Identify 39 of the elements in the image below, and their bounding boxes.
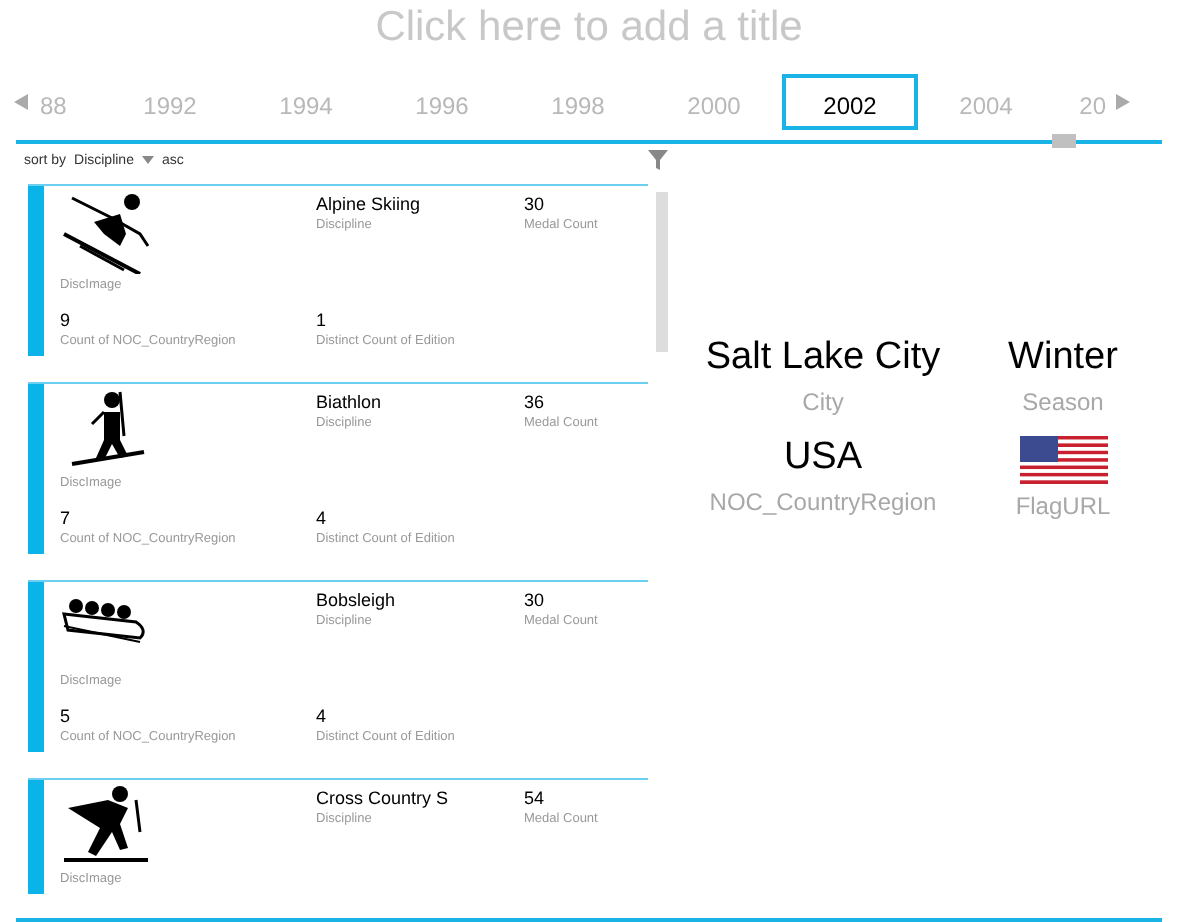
caret-icon xyxy=(141,156,154,164)
field-value: Biathlon xyxy=(316,390,382,414)
field-value: Salt Lake City xyxy=(705,336,941,380)
left-arrow-icon[interactable] xyxy=(12,92,30,112)
field-label: Season xyxy=(1022,388,1104,416)
field-value: 36 xyxy=(524,390,545,414)
scroll-thumb[interactable] xyxy=(1052,134,1076,148)
field-value: 54 xyxy=(524,786,545,810)
year-tab[interactable]: 2002 xyxy=(782,74,918,130)
year-tab[interactable]: 20 xyxy=(1054,74,1114,130)
year-tab[interactable]: 88 xyxy=(30,74,102,130)
field-value: USA xyxy=(783,436,863,480)
filter-icon[interactable] xyxy=(648,150,668,170)
field-value: Cross Country S xyxy=(316,786,449,810)
field-value: Bobsleigh xyxy=(316,588,396,612)
right-arrow-icon[interactable] xyxy=(1114,92,1132,112)
field-value: 5 xyxy=(60,704,71,728)
field-value: 30 xyxy=(524,192,545,216)
year-tab[interactable]: 2000 xyxy=(646,74,782,130)
field-value: 1 xyxy=(316,308,327,332)
athlete-pictogram-icon xyxy=(60,190,152,274)
year-tab[interactable]: 1996 xyxy=(374,74,510,130)
year-tab[interactable]: 1994 xyxy=(238,74,374,130)
year-tab[interactable]: 1992 xyxy=(102,74,238,130)
field-value: 4 xyxy=(316,704,327,728)
field-label: FlagURL xyxy=(1015,492,1111,520)
field-value: 9 xyxy=(60,308,71,332)
field-value: 7 xyxy=(60,506,71,530)
field-value: 4 xyxy=(316,506,327,530)
year-tab[interactable]: 1998 xyxy=(510,74,646,130)
field-value: Winter xyxy=(1008,336,1118,380)
athlete-pictogram-icon xyxy=(60,784,152,868)
field-label: City xyxy=(802,388,844,416)
year-tab[interactable]: 2004 xyxy=(918,74,1054,130)
scrollbar[interactable] xyxy=(656,192,668,352)
flag-icon xyxy=(1019,436,1107,484)
field-label: NOC_CountryRegion xyxy=(709,488,937,516)
field-value: 30 xyxy=(524,588,545,612)
field-value: Alpine Skiing xyxy=(316,192,421,216)
